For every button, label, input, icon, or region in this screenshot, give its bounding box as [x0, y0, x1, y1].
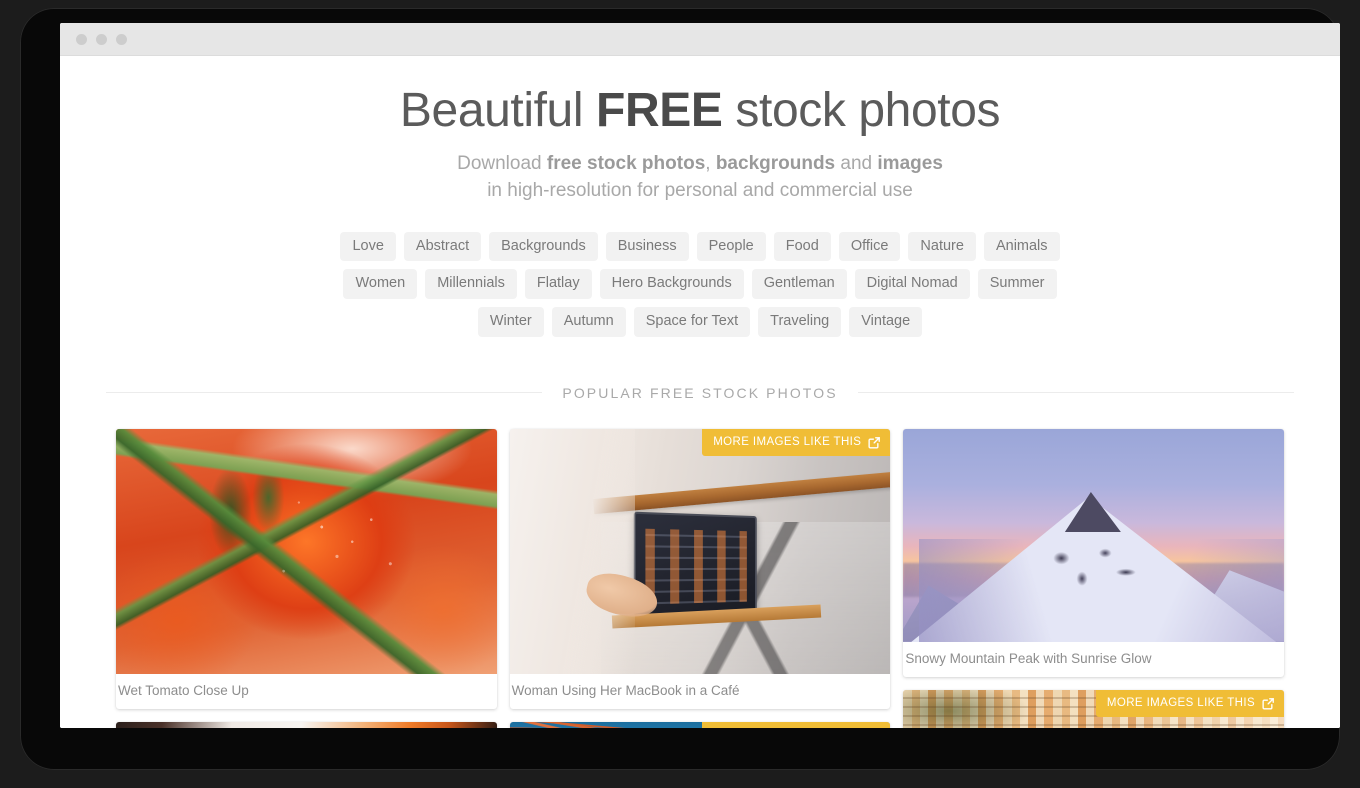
tag-pill[interactable]: Digital Nomad: [854, 269, 970, 299]
page-title-part-2: stock photos: [722, 84, 1001, 137]
tag-pill[interactable]: Space for Text: [633, 306, 751, 337]
gallery-column: MORE IMAGES LIKE THIS Woman Using Her Mac…: [509, 428, 891, 728]
tag-pill[interactable]: Food: [773, 231, 831, 262]
browser-window: Beautiful FREE stock photos Download fre…: [60, 23, 1340, 728]
heading-rule-right: [857, 392, 1295, 394]
more-images-like-this-badge[interactable]: MORE IMAGES LIKE THIS: [702, 428, 891, 456]
tag-pill[interactable]: Millennials: [425, 269, 517, 299]
subtitle-text: Download: [457, 152, 547, 174]
photo-card[interactable]: Wet Tomato Close Up: [116, 428, 497, 709]
page-title-part-1: Beautiful: [399, 84, 597, 137]
tag-pill[interactable]: Flatlay: [524, 269, 592, 299]
tag-pill[interactable]: People: [696, 231, 766, 262]
section-heading: POPULAR FREE STOCK PHOTOS: [60, 385, 1340, 401]
tag-pill[interactable]: Gentleman: [751, 269, 847, 299]
close-window-button[interactable]: [76, 33, 87, 45]
tag-pill[interactable]: Women: [343, 269, 418, 299]
subtitle-separator: ,: [705, 152, 716, 174]
tag-pill[interactable]: Hero Backgrounds: [599, 269, 744, 299]
gallery-column: Snowy Mountain Peak with Sunrise Glow MOR…: [903, 428, 1285, 728]
external-link-icon: [868, 436, 881, 449]
hero-subtitle-line-2: in high-resolution for personal and comm…: [487, 179, 913, 201]
subtitle-keyword-backgrounds: backgrounds: [715, 152, 836, 174]
photo-card[interactable]: [116, 721, 497, 728]
photo-card[interactable]: MORE IMAGES LIKE THIS: [509, 721, 891, 728]
section-heading-text: POPULAR FREE STOCK PHOTOS: [562, 384, 838, 401]
photo-gallery: Wet Tomato Close Up MORE IMAGES LIKE THIS…: [60, 428, 1340, 728]
browser-title-bar: [60, 23, 1340, 56]
tag-pill[interactable]: Business: [605, 231, 689, 262]
subtitle-conjunction: and: [835, 152, 878, 174]
subtitle-keyword-photos: free stock photos: [546, 152, 706, 174]
tag-pill[interactable]: Office: [838, 231, 901, 262]
page-title: Beautiful FREE stock photos: [60, 82, 1340, 140]
tag-pill[interactable]: Vintage: [849, 306, 923, 337]
more-images-like-this-badge[interactable]: MORE IMAGES LIKE THIS: [1095, 689, 1285, 717]
badge-label: MORE IMAGES LIKE THIS: [1106, 697, 1256, 710]
minimize-window-button[interactable]: [96, 33, 107, 45]
tag-pill[interactable]: Traveling: [758, 306, 842, 337]
tag-pill[interactable]: Autumn: [551, 306, 626, 337]
photo-thumbnail[interactable]: [903, 428, 1285, 642]
hero-section: Beautiful FREE stock photos Download fre…: [60, 56, 1340, 337]
tag-pill[interactable]: Abstract: [403, 231, 482, 262]
tag-pill[interactable]: Love: [340, 231, 396, 262]
tag-pill[interactable]: Winter: [477, 306, 544, 337]
zoom-window-button[interactable]: [116, 33, 127, 45]
photo-card[interactable]: MORE IMAGES LIKE THIS: [903, 689, 1285, 728]
tag-pill[interactable]: Animals: [983, 231, 1060, 262]
tag-list: Love Abstract Backgrounds Business People Foo…: [320, 231, 1080, 337]
page-content: Beautiful FREE stock photos Download fre…: [60, 56, 1340, 728]
tag-pill[interactable]: Summer: [977, 269, 1057, 299]
photo-caption: Woman Using Her MacBook in a Café: [511, 682, 740, 698]
subtitle-keyword-images: images: [877, 152, 943, 174]
photo-caption: Snowy Mountain Peak with Sunrise Glow: [905, 650, 1152, 666]
photo-thumbnail[interactable]: MORE IMAGES LIKE THIS: [903, 689, 1285, 728]
photo-thumbnail[interactable]: [116, 721, 497, 728]
device-frame: Beautiful FREE stock photos Download fre…: [20, 8, 1340, 770]
more-images-like-this-badge[interactable]: MORE IMAGES LIKE THIS: [702, 721, 891, 728]
photo-thumbnail[interactable]: MORE IMAGES LIKE THIS: [509, 721, 891, 728]
badge-label: MORE IMAGES LIKE THIS: [713, 436, 862, 449]
tag-pill[interactable]: Nature: [908, 231, 976, 262]
photo-thumbnail[interactable]: MORE IMAGES LIKE THIS: [509, 428, 891, 674]
tag-pill[interactable]: Backgrounds: [489, 231, 598, 262]
external-link-icon: [1262, 697, 1275, 710]
heading-rule-left: [106, 392, 543, 394]
photo-card[interactable]: MORE IMAGES LIKE THIS Woman Using Her Mac…: [509, 428, 891, 709]
gallery-column: Wet Tomato Close Up: [116, 428, 497, 728]
photo-caption: Wet Tomato Close Up: [118, 682, 249, 698]
photo-thumbnail[interactable]: [116, 428, 497, 674]
photo-card[interactable]: Snowy Mountain Peak with Sunrise Glow: [903, 428, 1285, 677]
page-title-emphasis: FREE: [596, 84, 723, 137]
hero-subtitle-line-1: Download free stock photos, backgrounds …: [60, 151, 1340, 178]
